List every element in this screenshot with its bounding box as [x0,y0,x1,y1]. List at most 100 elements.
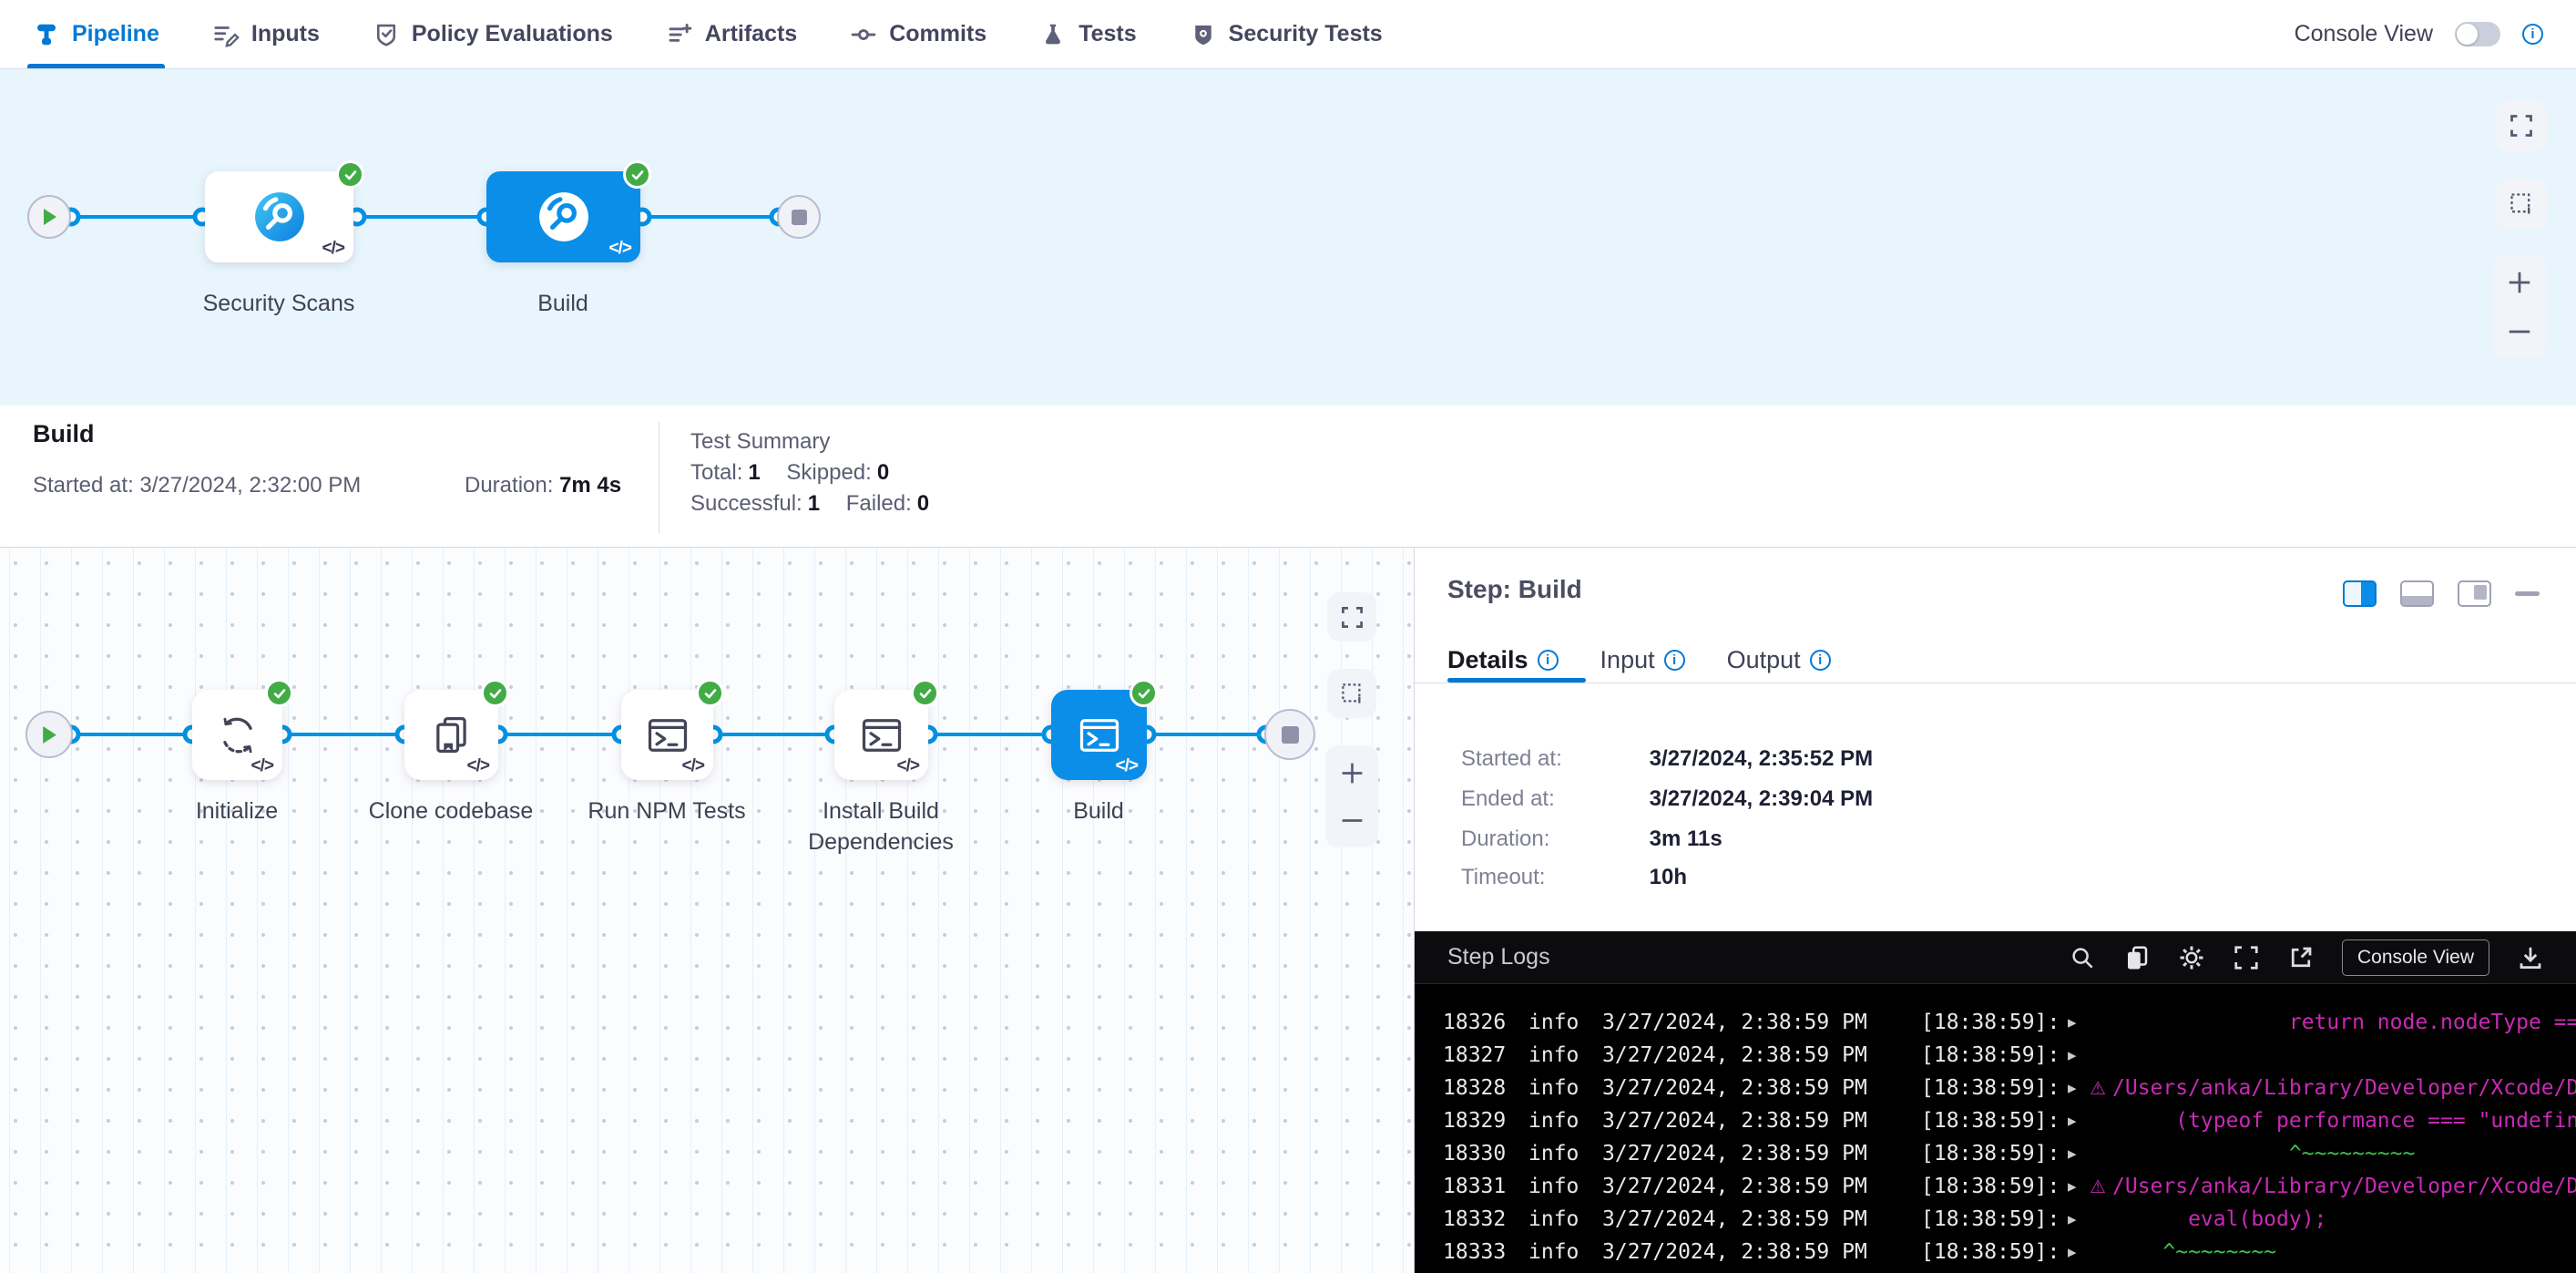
clone-icon [428,712,475,759]
step-node-build[interactable]: </> [1051,690,1147,780]
inputs-icon [212,21,240,48]
steps-end-node [1264,709,1315,760]
layout-overlay-icon[interactable] [2458,580,2491,607]
log-time: [18:38:59]: [1921,1011,2060,1034]
details-info-icon[interactable] [1538,650,1559,671]
detail-value: 3m 11s [1650,826,1722,851]
step-node-run-npm-tests[interactable]: </> [621,690,713,780]
stage-canvas-fullscreen-button[interactable] [2496,100,2547,151]
step-panel-title: Step: Build [1447,575,1582,604]
zoom-in-button[interactable] [1325,753,1378,793]
step-canvas-selection-button[interactable] [1327,669,1376,718]
tab-details[interactable]: Details [1447,646,1559,674]
terminal-icon [644,712,691,759]
settings-icon[interactable] [2178,944,2205,971]
step-label: Install Build Dependencies [783,796,979,857]
expand-arrow-icon[interactable]: ▸ [2068,1045,2083,1065]
steps-start-node [26,711,73,758]
log-message: ^~~~~~~~~ [2112,1240,2576,1264]
log-level: info [1528,1175,1579,1198]
log-level: info [1528,1011,1579,1034]
step-node-install-build-dependencies[interactable]: </> [834,690,928,780]
test-summary-title: Test Summary [690,429,830,455]
failed-label: Failed: [846,491,912,516]
tab-label: Tests [1078,21,1136,47]
plus-icon [1339,760,1365,786]
expand-arrow-icon[interactable]: ▸ [2068,1012,2083,1032]
expand-arrow-icon[interactable]: ▸ [2068,1176,2083,1196]
step-node-initialize[interactable]: </> [192,690,282,780]
stop-icon [792,210,807,225]
toggle-knob [2457,24,2478,45]
stage-canvas-selection-button[interactable] [2496,179,2547,230]
play-icon [41,725,57,744]
log-line-number: 18333 [1443,1240,1506,1264]
log-time: [18:38:59]: [1921,1076,2060,1100]
layout-bottom-split-icon[interactable] [2400,580,2434,607]
stage-node-build[interactable]: </> [486,171,640,262]
step-node-clone-codebase[interactable]: </> [404,690,498,780]
tab-commits[interactable]: Commits [850,0,986,68]
step-edge [498,733,621,736]
fullscreen-icon [1340,605,1365,630]
expand-arrow-icon[interactable]: ▸ [2068,1144,2083,1164]
tab-label: Input [1600,646,1655,674]
log-line-number: 18326 [1443,1011,1506,1034]
download-icon[interactable] [2517,944,2544,971]
success-badge [336,160,364,189]
tab-artifacts[interactable]: Artifacts [666,0,797,68]
expand-arrow-icon[interactable]: ▸ [2068,1078,2083,1098]
log-time: [18:38:59]: [1921,1207,2060,1231]
console-view-button[interactable]: Console View [2342,939,2489,976]
log-date: 3/27/2024, 2:38:59 PM [1602,1043,1880,1067]
zoom-out-button[interactable] [2493,312,2546,352]
total-label: Total: [690,460,742,485]
tab-output[interactable]: Output [1727,646,1831,674]
log-line-number: 18332 [1443,1207,1506,1231]
tab-tests[interactable]: Tests [1039,0,1136,68]
open-in-new-icon[interactable] [2287,944,2315,971]
expand-arrow-icon[interactable]: ▸ [2068,1111,2083,1131]
panel-layout-controls [2343,580,2540,607]
warning-icon: ⚠︎ [2090,1175,2111,1197]
search-icon[interactable] [2069,944,2096,971]
zoom-out-button[interactable] [1325,800,1378,840]
copy-icon[interactable] [2123,944,2151,971]
stage-node-security-scans[interactable]: </> [205,171,353,262]
log-line-number: 18329 [1443,1109,1506,1133]
stage-label: Security Scans [203,288,355,319]
log-line: 18332info3/27/2024, 2:38:59 PM[18:38:59]… [1443,1203,2576,1236]
layout-right-split-icon[interactable] [2343,580,2377,607]
output-info-icon[interactable] [1810,650,1831,671]
detail-label: Ended at: [1461,786,1643,812]
expand-arrow-icon[interactable]: ▸ [2068,1242,2083,1262]
log-message: /Users/anka/Library/Developer/Xcode/De [2112,1175,2576,1198]
fullscreen-icon[interactable] [2233,944,2260,971]
fullscreen-icon [2509,113,2534,139]
code-icon: </> [322,239,344,259]
success-badge [696,679,724,707]
success-badge [265,679,293,707]
log-level: info [1528,1142,1579,1165]
log-message: return node.nodeType === [2112,1011,2576,1034]
tab-security-tests[interactable]: Security Tests [1190,0,1383,68]
detail-row: Started at: 3/27/2024, 2:35:52 PM [1461,746,1873,772]
console-view-toggle[interactable] [2455,22,2500,46]
tab-inputs[interactable]: Inputs [212,0,320,68]
step-canvas-fullscreen-button[interactable] [1327,592,1376,642]
stage-canvas-zoom-controls [2493,255,2546,358]
code-icon: </> [897,756,919,776]
zoom-in-button[interactable] [2493,262,2546,303]
tab-policy-evaluations[interactable]: Policy Evaluations [373,0,613,68]
stage-graph: </> Security Scans </> Build [0,69,2576,406]
success-badge [623,160,651,189]
tab-pipeline[interactable]: Pipeline [33,0,159,68]
test-summary-line-2: Successful:1 Failed:0 [690,491,929,517]
tab-label: Artifacts [705,21,797,47]
expand-arrow-icon[interactable]: ▸ [2068,1209,2083,1229]
input-info-icon[interactable] [1664,650,1685,671]
console-view-info-icon[interactable] [2522,24,2543,45]
detail-row: Timeout: 10h [1461,865,1687,890]
minimize-panel-icon[interactable] [2515,591,2540,596]
tab-input[interactable]: Input [1600,646,1685,674]
